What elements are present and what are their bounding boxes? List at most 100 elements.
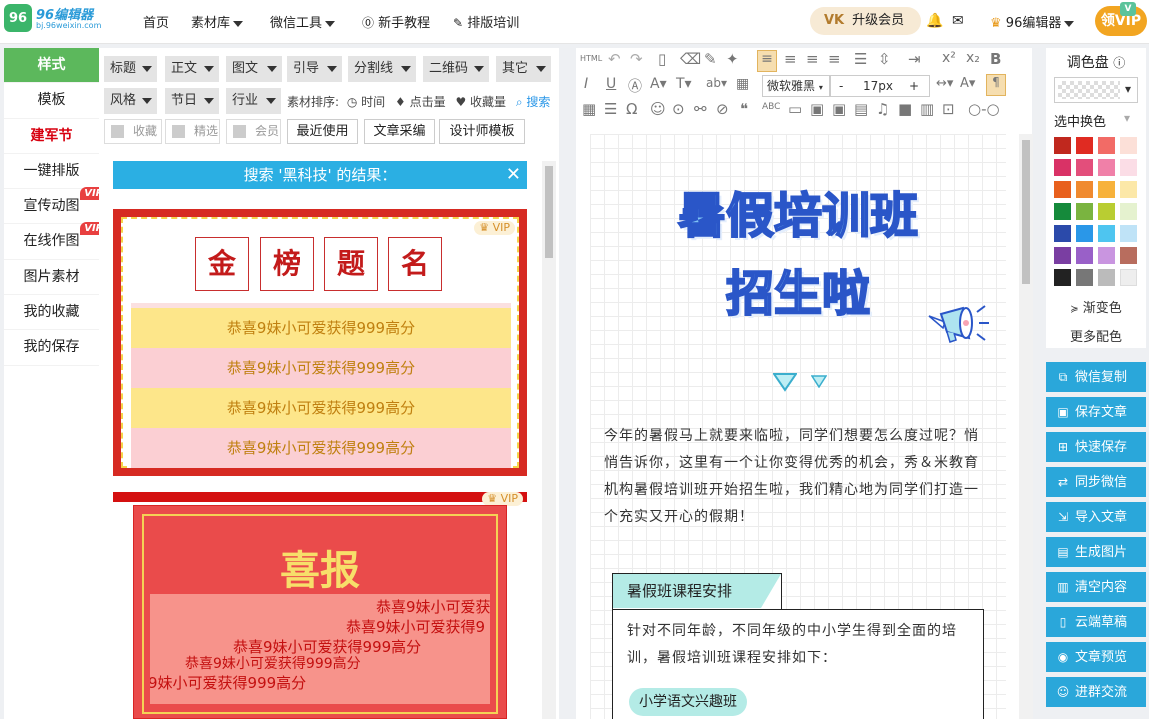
bell-icon[interactable]: 🔔 bbox=[926, 13, 943, 29]
link-icon[interactable]: ⚯ bbox=[694, 100, 707, 118]
unlink-icon[interactable]: ⊘ bbox=[716, 100, 729, 118]
undo-icon[interactable]: ↶ bbox=[608, 50, 621, 68]
sidebar-item[interactable]: 图片素材 bbox=[4, 260, 99, 296]
sidebar-item[interactable]: 宣传动图 VIP bbox=[4, 187, 107, 225]
scrollbar-thumb[interactable] bbox=[1022, 140, 1030, 284]
music-icon[interactable]: ♫ bbox=[876, 100, 889, 118]
format-painter-icon[interactable]: ✎ bbox=[704, 50, 717, 68]
color-swatch[interactable] bbox=[1076, 269, 1093, 286]
action-button[interactable]: ▯ 云端草稿 bbox=[1046, 607, 1146, 637]
category-dropdown[interactable]: 行业 bbox=[226, 88, 281, 114]
html-button[interactable]: HTML bbox=[580, 54, 602, 63]
table-icon[interactable]: ▦ bbox=[582, 100, 596, 118]
color-swatch[interactable] bbox=[1054, 225, 1071, 242]
sidebar-item[interactable]: 在线作图 VIP bbox=[4, 222, 107, 260]
color-swatch[interactable] bbox=[1098, 203, 1115, 220]
special-char-icon[interactable]: Ω bbox=[626, 100, 637, 118]
category-dropdown[interactable]: 图文 bbox=[226, 56, 282, 82]
category-dropdown[interactable]: 节日 bbox=[165, 88, 219, 114]
color-swatch[interactable] bbox=[1076, 137, 1093, 154]
font-family-select[interactable]: 微软雅黑 ▾ bbox=[762, 75, 830, 97]
color-swatch[interactable] bbox=[1098, 137, 1115, 154]
color-swatch[interactable] bbox=[1054, 203, 1071, 220]
text-direction-icon[interactable]: ¶ bbox=[986, 74, 1006, 96]
color-swatch[interactable] bbox=[1120, 269, 1137, 286]
color-swatch[interactable] bbox=[1098, 159, 1115, 176]
material-button[interactable]: 设计师模板 bbox=[439, 119, 525, 144]
materials-scrollbar[interactable] bbox=[542, 161, 556, 719]
chevron-down-icon[interactable]: ▾ bbox=[1124, 111, 1130, 125]
paragraph-spacing-icon[interactable]: ⇳ bbox=[878, 50, 891, 68]
align-left-icon[interactable]: ≡ bbox=[757, 50, 777, 72]
category-dropdown[interactable]: 正文 bbox=[165, 56, 219, 82]
divider-icon[interactable]: ☰ bbox=[604, 100, 617, 118]
color-swatch[interactable] bbox=[1120, 225, 1137, 242]
background-color-icon[interactable]: ab▾ bbox=[706, 76, 727, 90]
font-color-icon[interactable]: A▾ bbox=[650, 76, 667, 92]
color-swatch[interactable] bbox=[1098, 269, 1115, 286]
sort-favorites[interactable]: ♥ 收藏量 bbox=[455, 95, 506, 109]
sort-time[interactable]: ◷ 时间 bbox=[347, 95, 385, 109]
color-swatch[interactable] bbox=[1054, 159, 1071, 176]
quote-icon[interactable]: ❝ bbox=[740, 100, 748, 118]
font-size-adjust-icon[interactable]: A▾ bbox=[960, 76, 975, 91]
action-button[interactable]: ⇄ 同步微信 bbox=[1046, 467, 1146, 497]
align-right-icon[interactable]: ≡ bbox=[806, 50, 819, 68]
category-dropdown[interactable]: 风格 bbox=[104, 88, 157, 114]
font-size-decrease[interactable]: - bbox=[839, 76, 843, 96]
category-dropdown[interactable]: 引导 bbox=[287, 56, 342, 82]
italic-icon[interactable]: I bbox=[584, 76, 588, 92]
color-swatch[interactable] bbox=[1120, 159, 1137, 176]
action-button[interactable]: ⇲ 导入文章 bbox=[1046, 502, 1146, 532]
nav-tutorial[interactable]: ⓪ 新手教程 bbox=[362, 12, 430, 31]
color-swatch[interactable] bbox=[1120, 181, 1137, 198]
color-swatch[interactable] bbox=[1076, 203, 1093, 220]
category-dropdown[interactable]: 分割线 bbox=[348, 56, 416, 82]
upgrade-button[interactable]: VK 升级会员 bbox=[810, 7, 921, 35]
color-swatch[interactable] bbox=[1120, 203, 1137, 220]
color-swatch[interactable] bbox=[1120, 137, 1137, 154]
current-color-picker[interactable]: ▾ bbox=[1054, 77, 1138, 103]
sidebar-item[interactable]: 我的保存 bbox=[4, 330, 99, 366]
color-swatch[interactable] bbox=[1098, 247, 1115, 264]
text-box-icon[interactable]: Ⓐ bbox=[628, 76, 642, 96]
page-icon[interactable]: ▯ bbox=[658, 50, 666, 68]
strikethrough-icon[interactable]: ABC bbox=[762, 102, 780, 112]
align-justify-icon[interactable]: ≡ bbox=[828, 50, 841, 68]
redo-icon[interactable]: ↷ bbox=[630, 50, 643, 68]
editor-scrollbar[interactable] bbox=[1019, 134, 1033, 719]
table-grid-icon[interactable]: ▦ bbox=[736, 76, 749, 92]
action-button[interactable]: ▥ 清空内容 bbox=[1046, 572, 1146, 602]
sidebar-item[interactable]: 建军节 bbox=[4, 119, 99, 154]
subscript-icon[interactable]: x₂ bbox=[966, 50, 980, 66]
video-icon[interactable]: ■ bbox=[898, 100, 912, 118]
user-menu[interactable]: ♛ 96编辑器 bbox=[990, 12, 1075, 31]
action-button[interactable]: ▤ 生成图片 bbox=[1046, 537, 1146, 567]
more-colors-link[interactable]: 更多配色 bbox=[1046, 326, 1146, 345]
text-style-icon[interactable]: T▾ bbox=[676, 76, 692, 92]
filter-checkbox[interactable]: 收藏 bbox=[104, 119, 162, 144]
action-button[interactable]: ☺ 进群交流 bbox=[1046, 677, 1146, 707]
more-options-icon[interactable]: ○-○ bbox=[968, 100, 1000, 118]
eraser-icon[interactable]: ⌫ bbox=[680, 50, 701, 68]
image-icon[interactable]: ▣ bbox=[810, 100, 824, 118]
mail-icon[interactable]: ✉ bbox=[952, 13, 964, 29]
letter-spacing-icon[interactable]: ↔▾ bbox=[936, 76, 953, 91]
insert-frame-icon[interactable]: ▭ bbox=[788, 100, 802, 118]
color-swatch[interactable] bbox=[1098, 181, 1115, 198]
template-card-good-news[interactable]: ♛ VIP 喜报 恭喜9妹小可爱获 恭喜9妹小可爱获得9 恭喜9妹小可爱获得99… bbox=[113, 492, 527, 719]
action-button[interactable]: ▣ 保存文章 bbox=[1046, 397, 1146, 427]
font-size-value[interactable]: 17px bbox=[863, 76, 893, 96]
color-swatch[interactable] bbox=[1054, 137, 1071, 154]
superscript-icon[interactable]: x² bbox=[942, 50, 956, 66]
nav-layout-training[interactable]: ✎ 排版培训 bbox=[453, 12, 519, 31]
crop-icon[interactable]: ⊡ bbox=[942, 100, 955, 118]
filter-checkbox[interactable]: 会员 bbox=[226, 119, 281, 144]
sidebar-item[interactable]: 模板 bbox=[4, 83, 99, 119]
nav-materials[interactable]: 素材库 bbox=[191, 12, 244, 31]
color-swatch[interactable] bbox=[1076, 225, 1093, 242]
color-swatch[interactable] bbox=[1098, 225, 1115, 242]
category-dropdown[interactable]: 其它 bbox=[496, 56, 551, 82]
close-icon[interactable]: ✕ bbox=[506, 161, 521, 189]
material-button[interactable]: 文章采编 bbox=[364, 119, 435, 144]
